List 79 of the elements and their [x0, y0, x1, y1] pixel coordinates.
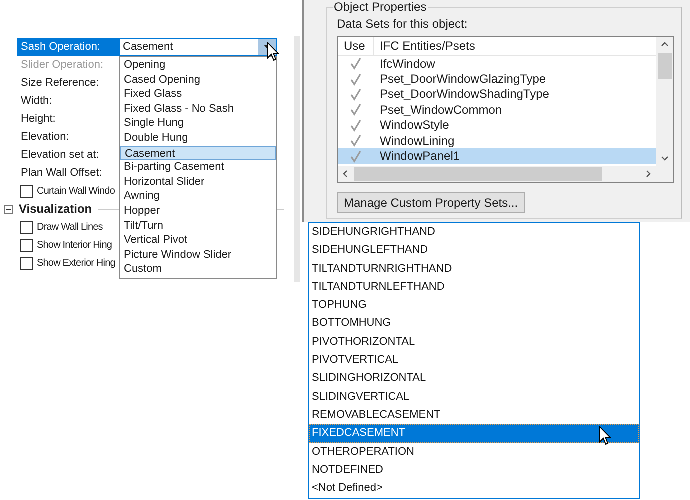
entity-name: Pset_DoorWindowShadingType	[379, 86, 550, 104]
dropdown-option[interactable]: Hopper	[120, 204, 276, 219]
checkmark-icon[interactable]	[350, 118, 362, 132]
dropdown-option[interactable]: FIXEDCASEMENT	[309, 424, 639, 443]
checkbox-label: Show Exterior Hing	[37, 256, 116, 270]
dropdown-option[interactable]: <Not Defined>	[309, 479, 639, 498]
dropdown-option[interactable]: PIVOTHORIZONTAL	[309, 332, 639, 352]
field-label[interactable]: Size Reference:	[17, 74, 119, 92]
dropdown-option[interactable]: Double Hung	[120, 130, 276, 146]
entity-name: WindowStyle	[379, 117, 450, 134]
dropdown-option[interactable]: Opening	[120, 58, 276, 73]
dropdown-option[interactable]: REMOVABLECASEMENT	[309, 406, 639, 424]
cursor-icon	[599, 426, 612, 446]
dropdown-option[interactable]: SLIDINGHORIZONTAL	[309, 369, 639, 388]
checkbox[interactable]	[20, 184, 33, 198]
dropdown-option[interactable]: Bi-parting Casement	[120, 160, 276, 175]
dropdown-option[interactable]: Vertical Pivot	[120, 233, 276, 248]
dropdown-option[interactable]: Single Hung	[120, 116, 276, 131]
dropdown-option[interactable]: OTHEROPERATION	[309, 442, 639, 461]
entity-name: IfcWindow	[379, 56, 436, 73]
dropdown-option[interactable]: NOTDEFINED	[309, 460, 639, 480]
field-label[interactable]: Plan Wall Offset:	[17, 164, 119, 182]
entity-name: Pset_WindowCommon	[379, 102, 502, 119]
section-title: Visualization	[19, 201, 92, 218]
column-header[interactable]: IFC Entities/Psets	[374, 37, 476, 55]
dropdown-option[interactable]: SIDEHUNGRIGHTHAND	[309, 223, 639, 242]
dropdown-option[interactable]: SIDEHUNGLEFTHAND	[309, 241, 639, 260]
list-row[interactable]: WindowStyle	[338, 118, 656, 133]
sash-operation-combo[interactable]: Casement	[119, 38, 277, 56]
group-title: Object Properties	[333, 0, 428, 14]
checkbox[interactable]	[20, 238, 33, 252]
checkmark-icon[interactable]	[350, 150, 362, 163]
checkbox-label: Curtain Wall Windo	[37, 184, 116, 198]
list-row[interactable]: IfcWindow	[338, 56, 656, 72]
list-row[interactable]: Pset_DoorWindowGlazingType	[338, 71, 656, 87]
horizontal-scrollbar[interactable]	[338, 166, 656, 182]
manage-property-sets-button[interactable]: Manage Custom Property Sets...	[337, 192, 526, 213]
dropdown-option[interactable]: SLIDINGVERTICAL	[309, 388, 639, 406]
dropdown-option[interactable]: Cased Opening	[120, 72, 276, 88]
dropdown-option[interactable]: Casement	[120, 146, 276, 160]
vertical-scrollbar[interactable]	[656, 37, 673, 182]
dropdown-option[interactable]: Tilt/Turn	[120, 218, 276, 234]
list-row[interactable]: WindowLining	[338, 132, 656, 148]
list-row[interactable]: Pset_WindowCommon	[338, 102, 656, 118]
field-label[interactable]: Elevation set at:	[17, 146, 119, 164]
field-label[interactable]: Elevation:	[17, 128, 119, 146]
checkmark-icon[interactable]	[350, 103, 362, 116]
checkmark-icon[interactable]	[350, 134, 362, 148]
dropdown-option[interactable]: Fixed Glass	[120, 87, 276, 102]
dropdown-option[interactable]: Custom	[120, 262, 276, 277]
list-row[interactable]: Pset_DoorWindowShadingType	[338, 86, 656, 102]
checkmark-icon[interactable]	[350, 88, 362, 101]
dropdown-option[interactable]: Fixed Glass - No Sash	[120, 102, 276, 116]
checkmark-icon[interactable]	[350, 57, 362, 70]
collapse-icon[interactable]	[4, 204, 13, 214]
dropdown-option[interactable]: Picture Window Slider	[120, 248, 276, 262]
caption: Data Sets for this object:	[337, 16, 469, 32]
dropdown-option[interactable]: Awning	[120, 189, 276, 204]
checkbox-label: Draw Wall Lines	[37, 220, 103, 234]
checkbox[interactable]	[20, 256, 33, 270]
dropdown-option[interactable]: PIVOTVERTICAL	[309, 351, 639, 370]
entity-name: WindowLining	[379, 132, 455, 150]
dropdown-option[interactable]: TILTANDTURNLEFTHAND	[309, 278, 639, 296]
field-label[interactable]: Width:	[17, 92, 119, 110]
field-label[interactable]: Height:	[17, 110, 119, 128]
entity-name: WindowPanel1	[379, 148, 460, 166]
checkmark-icon[interactable]	[350, 72, 362, 86]
dropdown-option[interactable]: TILTANDTURNRIGHTHAND	[309, 260, 639, 278]
dropdown-option[interactable]: Horizontal Slider	[120, 174, 276, 190]
dropdown-option[interactable]: TOPHUNG	[309, 296, 639, 314]
checkbox[interactable]	[20, 220, 33, 234]
list-row[interactable]: WindowPanel1	[338, 148, 656, 164]
column-header[interactable]: Use	[338, 37, 374, 55]
entity-name: Pset_DoorWindowGlazingType	[379, 71, 546, 88]
checkbox-label: Show Interior Hing	[37, 238, 112, 252]
scrollbar-thumb[interactable]	[354, 167, 602, 181]
field-label[interactable]: Sash Operation:	[17, 38, 119, 56]
scrollbar-thumb[interactable]	[658, 53, 672, 79]
dropdown-option[interactable]: BOTTOMHUNG	[309, 314, 639, 333]
